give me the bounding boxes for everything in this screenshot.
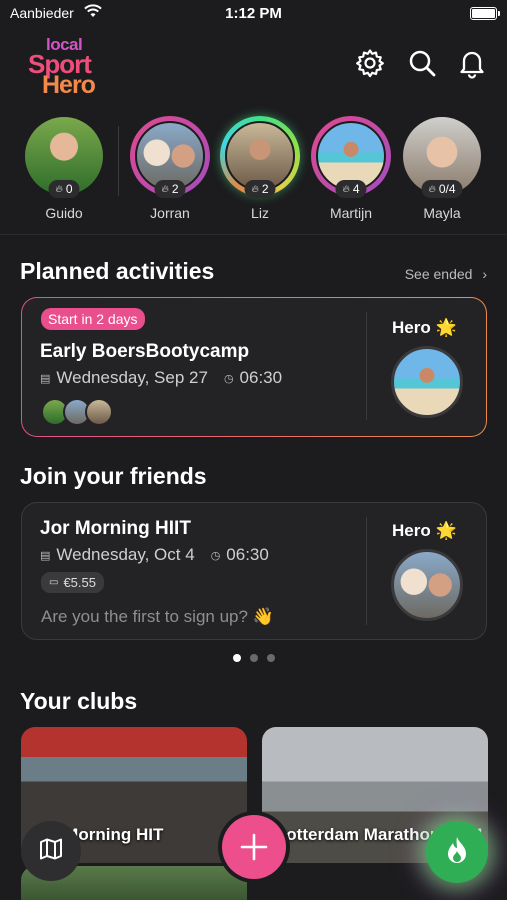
activity-date: Wednesday, Sep 27 bbox=[56, 368, 208, 387]
avatar bbox=[85, 398, 113, 426]
hero-label: Hero 🌟 bbox=[392, 521, 457, 540]
streak-badge: 🔥︎ 0/4 bbox=[421, 180, 463, 198]
activity-schedule: ▤ Wednesday, Oct 4 ◷ 06:30 bbox=[40, 545, 269, 565]
join-friends-title: Join your friends bbox=[20, 463, 207, 489]
story-martijn[interactable]: 🔥︎ 4 Martijn bbox=[309, 116, 393, 226]
price-badge: ▭ €5.55 bbox=[41, 572, 104, 593]
logo-line-hero: Hero bbox=[42, 71, 96, 99]
clock-icon: ◷ bbox=[223, 372, 234, 385]
planned-activity-card[interactable]: Start in 2 days Early BoersBootycamp ▤ W… bbox=[21, 297, 487, 437]
story-name: Guido bbox=[45, 205, 83, 221]
flame-icon: 🔥︎ bbox=[161, 183, 169, 195]
clock-icon: ◷ bbox=[210, 549, 221, 562]
clock: 1:12 PM bbox=[225, 5, 282, 22]
planned-activities-title: Planned activities bbox=[20, 258, 215, 284]
flame-icon: 🔥︎ bbox=[251, 183, 259, 195]
card-divider bbox=[366, 312, 367, 420]
activity-date: Wednesday, Oct 4 bbox=[56, 545, 195, 564]
flame-icon: 🔥︎ bbox=[55, 183, 63, 195]
calendar-icon: ▤ bbox=[40, 372, 51, 385]
chevron-right-icon: › bbox=[482, 266, 487, 282]
star-icon: 🌟 bbox=[435, 318, 457, 337]
status-bar: Aanbieder 1:12 PM bbox=[0, 0, 507, 30]
pager-dot[interactable] bbox=[249, 654, 258, 662]
see-ended-link[interactable]: See ended › bbox=[405, 266, 487, 282]
streak-badge: 🔥︎ 2 bbox=[244, 180, 276, 198]
story-name: Mayla bbox=[423, 205, 461, 221]
hero-avatar[interactable] bbox=[391, 549, 463, 621]
activity-time: 06:30 bbox=[226, 545, 269, 564]
activity-title: Early BoersBootycamp bbox=[40, 341, 250, 362]
see-ended-label: See ended bbox=[404, 266, 473, 282]
story-guido[interactable]: 🔥︎ 0 Guido bbox=[22, 116, 106, 226]
app-logo: local Sport Hero bbox=[28, 36, 112, 98]
battery-icon bbox=[470, 7, 500, 20]
divider bbox=[0, 234, 507, 235]
story-name: Martijn bbox=[329, 205, 372, 221]
join-activity-card[interactable]: Jor Morning HIIT ▤ Wednesday, Oct 4 ◷ 06… bbox=[21, 502, 487, 640]
streak-badge: 🔥︎ 2 bbox=[154, 180, 186, 198]
star-icon: 🌟 bbox=[435, 521, 457, 540]
pager-dot-active[interactable] bbox=[232, 654, 241, 662]
activity-title: Jor Morning HIIT bbox=[40, 518, 191, 539]
carousel-pager bbox=[0, 654, 507, 662]
stories-divider bbox=[118, 126, 119, 196]
price-value: €5.55 bbox=[63, 575, 96, 590]
streak-button[interactable] bbox=[426, 821, 488, 883]
activity-schedule: ▤ Wednesday, Sep 27 ◷ 06:30 bbox=[40, 368, 282, 388]
signup-prompt: Are you the first to sign up? 👋 bbox=[41, 607, 274, 626]
credit-card-icon: ▭ bbox=[49, 577, 59, 588]
your-clubs-title: Your clubs bbox=[20, 688, 138, 714]
hero-label: Hero 🌟 bbox=[392, 318, 457, 337]
story-jorran[interactable]: 🔥︎ 2 Jorran bbox=[128, 116, 212, 226]
map-button[interactable] bbox=[21, 821, 81, 881]
search-icon[interactable] bbox=[406, 47, 438, 79]
story-name: Jorran bbox=[150, 205, 190, 221]
flame-icon bbox=[444, 835, 470, 870]
streak-badge: 🔥︎ 4 bbox=[335, 180, 367, 198]
story-name: Liz bbox=[251, 205, 269, 221]
activity-time: 06:30 bbox=[239, 368, 283, 387]
streak-badge: 🔥︎ 0 bbox=[48, 180, 80, 198]
story-liz[interactable]: 🔥︎ 2 Liz bbox=[218, 116, 302, 226]
add-activity-button[interactable] bbox=[218, 811, 290, 883]
card-divider bbox=[366, 517, 367, 625]
flame-icon: 🔥︎ bbox=[342, 183, 350, 195]
bell-icon[interactable] bbox=[456, 47, 488, 79]
story-mayla[interactable]: 🔥︎ 0/4 Mayla bbox=[400, 116, 484, 226]
hero-avatar[interactable] bbox=[391, 346, 463, 418]
pager-dot[interactable] bbox=[266, 654, 275, 662]
flame-icon: 🔥︎ bbox=[428, 183, 436, 195]
plus-icon bbox=[222, 815, 286, 879]
start-countdown-badge: Start in 2 days bbox=[41, 308, 145, 330]
calendar-icon: ▤ bbox=[40, 549, 51, 562]
map-icon bbox=[38, 836, 64, 867]
friends-stories-row: 🔥︎ 0 Guido 🔥︎ 2 Jorran 🔥︎ 2 Liz 🔥︎ 4 Martijn… bbox=[0, 116, 507, 226]
gear-icon[interactable] bbox=[354, 47, 386, 79]
